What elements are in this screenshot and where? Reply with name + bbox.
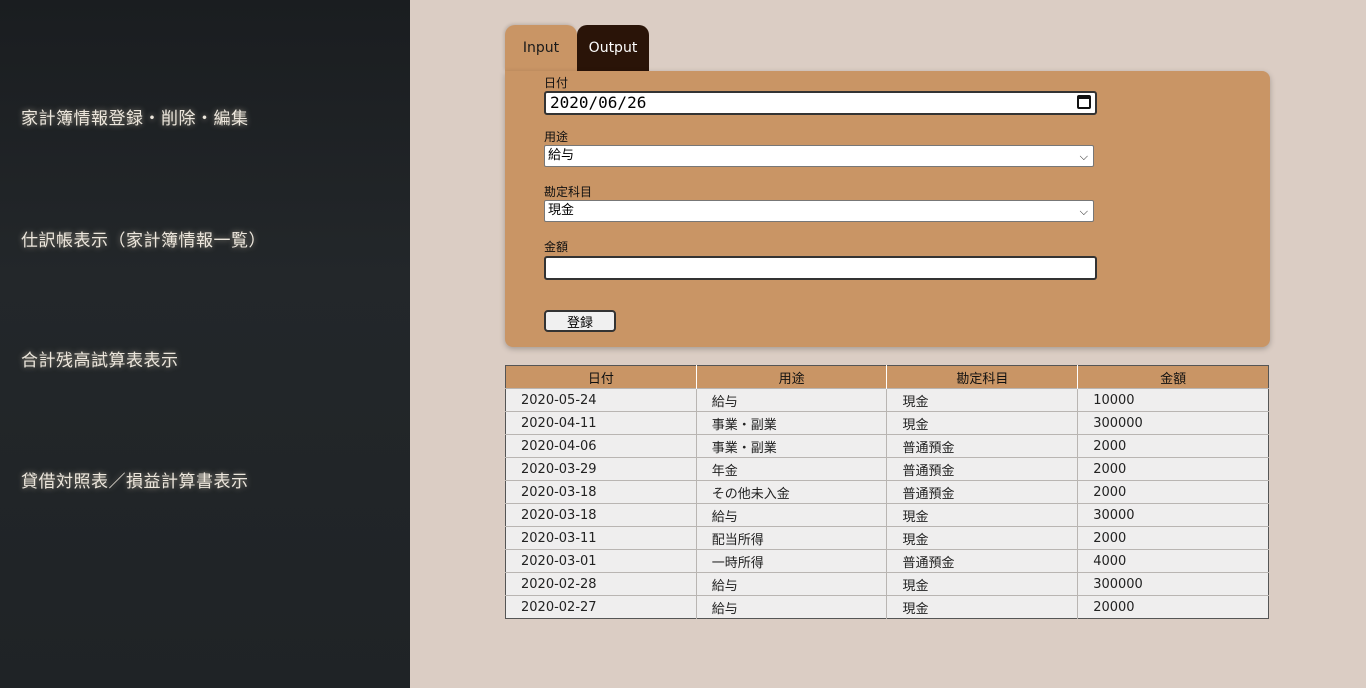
column-header-account: 勘定科目 [886, 365, 1078, 389]
table-cell-usage: その他未入金 [695, 480, 887, 504]
amount-input[interactable] [544, 256, 1097, 280]
table-cell-amount: 2000 [1077, 457, 1269, 481]
table-cell-account: 普通預金 [886, 434, 1078, 458]
table-cell-amount: 300000 [1077, 411, 1269, 435]
table-cell-date: 2020-03-11 [505, 526, 697, 550]
table-cell-amount: 2000 [1077, 526, 1269, 550]
table-cell-date: 2020-03-18 [505, 503, 697, 527]
account-selected-value: 現金 [548, 203, 575, 218]
table-cell-account: 現金 [886, 572, 1078, 596]
journal-table: 日付 用途 勘定科目 金額 2020-05-24 給与 現金 10000 202… [505, 365, 1269, 619]
table-cell-account: 現金 [886, 595, 1078, 619]
account-select[interactable]: 現金 ⌵ [544, 200, 1094, 222]
table-cell-date: 2020-02-28 [505, 572, 697, 596]
chevron-down-icon: ⌵ [1079, 150, 1088, 163]
table-cell-date: 2020-03-29 [505, 457, 697, 481]
usage-label: 用途 [544, 130, 569, 144]
table-cell-usage: 給与 [695, 572, 887, 596]
usage-select[interactable]: 給与 ⌵ [544, 145, 1094, 167]
nav-item-balance-sheet[interactable]: 貸借対照表／損益計算書表示 [21, 467, 249, 492]
table-cell-usage: 配当所得 [695, 526, 887, 550]
table-cell-usage: 一時所得 [695, 549, 887, 573]
table-cell-date: 2020-05-24 [505, 388, 697, 412]
table-cell-account: 現金 [886, 526, 1078, 550]
table-cell-amount: 10000 [1077, 388, 1269, 412]
table-cell-date: 2020-03-18 [505, 480, 697, 504]
table-cell-usage: 給与 [695, 503, 887, 527]
nav-item-trial-balance[interactable]: 合計残高試算表表示 [21, 346, 179, 371]
date-label: 日付 [544, 76, 569, 90]
table-cell-date: 2020-03-01 [505, 549, 697, 573]
tab-output[interactable]: Output [577, 25, 649, 71]
column-header-usage: 用途 [695, 365, 887, 389]
table-cell-amount: 2000 [1077, 434, 1269, 458]
usage-selected-value: 給与 [548, 148, 575, 163]
table-row: 2020-04-11 事業・副業 現金 300000 [505, 411, 1269, 435]
nav-item-entry-edit[interactable]: 家計簿情報登録・削除・編集 [21, 104, 249, 129]
table-cell-amount: 20000 [1077, 595, 1269, 619]
table-cell-amount: 300000 [1077, 572, 1269, 596]
date-value: 2020/06/26 [550, 93, 647, 112]
table-cell-account: 現金 [886, 503, 1078, 527]
table-cell-amount: 30000 [1077, 503, 1269, 527]
table-cell-account: 現金 [886, 411, 1078, 435]
table-row: 2020-03-01 一時所得 普通預金 4000 [505, 549, 1269, 573]
table-row: 2020-02-28 給与 現金 300000 [505, 572, 1269, 596]
nav-item-journal[interactable]: 仕訳帳表示（家計簿情報一覧） [21, 226, 266, 251]
table-cell-amount: 4000 [1077, 549, 1269, 573]
table-cell-usage: 年金 [695, 457, 887, 481]
column-header-amount: 金額 [1077, 365, 1269, 389]
calendar-icon[interactable] [1077, 95, 1091, 109]
register-button[interactable]: 登録 [544, 310, 616, 332]
amount-label: 金額 [544, 240, 569, 254]
column-header-date: 日付 [505, 365, 697, 389]
table-cell-usage: 事業・副業 [695, 411, 887, 435]
table-cell-usage: 給与 [695, 595, 887, 619]
input-form-panel: 日付 2020/06/26 用途 給与 ⌵ 勘定科目 現金 ⌵ 金額 登録 [505, 71, 1270, 347]
table-row: 2020-04-06 事業・副業 普通預金 2000 [505, 434, 1269, 458]
date-input[interactable]: 2020/06/26 [544, 91, 1097, 115]
table-row: 2020-03-29 年金 普通預金 2000 [505, 457, 1269, 481]
sidebar: 家計簿情報登録・削除・編集 仕訳帳表示（家計簿情報一覧） 合計残高試算表表示 貸… [0, 0, 410, 688]
table-cell-account: 普通預金 [886, 457, 1078, 481]
table-cell-amount: 2000 [1077, 480, 1269, 504]
table-cell-account: 普通預金 [886, 549, 1078, 573]
chevron-down-icon: ⌵ [1079, 205, 1088, 218]
table-row: 2020-03-18 給与 現金 30000 [505, 503, 1269, 527]
table-cell-account: 普通預金 [886, 480, 1078, 504]
table-cell-date: 2020-04-06 [505, 434, 697, 458]
table-cell-usage: 給与 [695, 388, 887, 412]
account-label: 勘定科目 [544, 185, 593, 199]
tab-input[interactable]: Input [505, 25, 577, 71]
table-cell-usage: 事業・副業 [695, 434, 887, 458]
table-cell-date: 2020-02-27 [505, 595, 697, 619]
table-row: 2020-03-18 その他未入金 普通預金 2000 [505, 480, 1269, 504]
table-row: 2020-02-27 給与 現金 20000 [505, 595, 1269, 619]
table-row: 2020-05-24 給与 現金 10000 [505, 388, 1269, 412]
table-header-row: 日付 用途 勘定科目 金額 [505, 365, 1269, 389]
table-cell-date: 2020-04-11 [505, 411, 697, 435]
table-row: 2020-03-11 配当所得 現金 2000 [505, 526, 1269, 550]
table-cell-account: 現金 [886, 388, 1078, 412]
